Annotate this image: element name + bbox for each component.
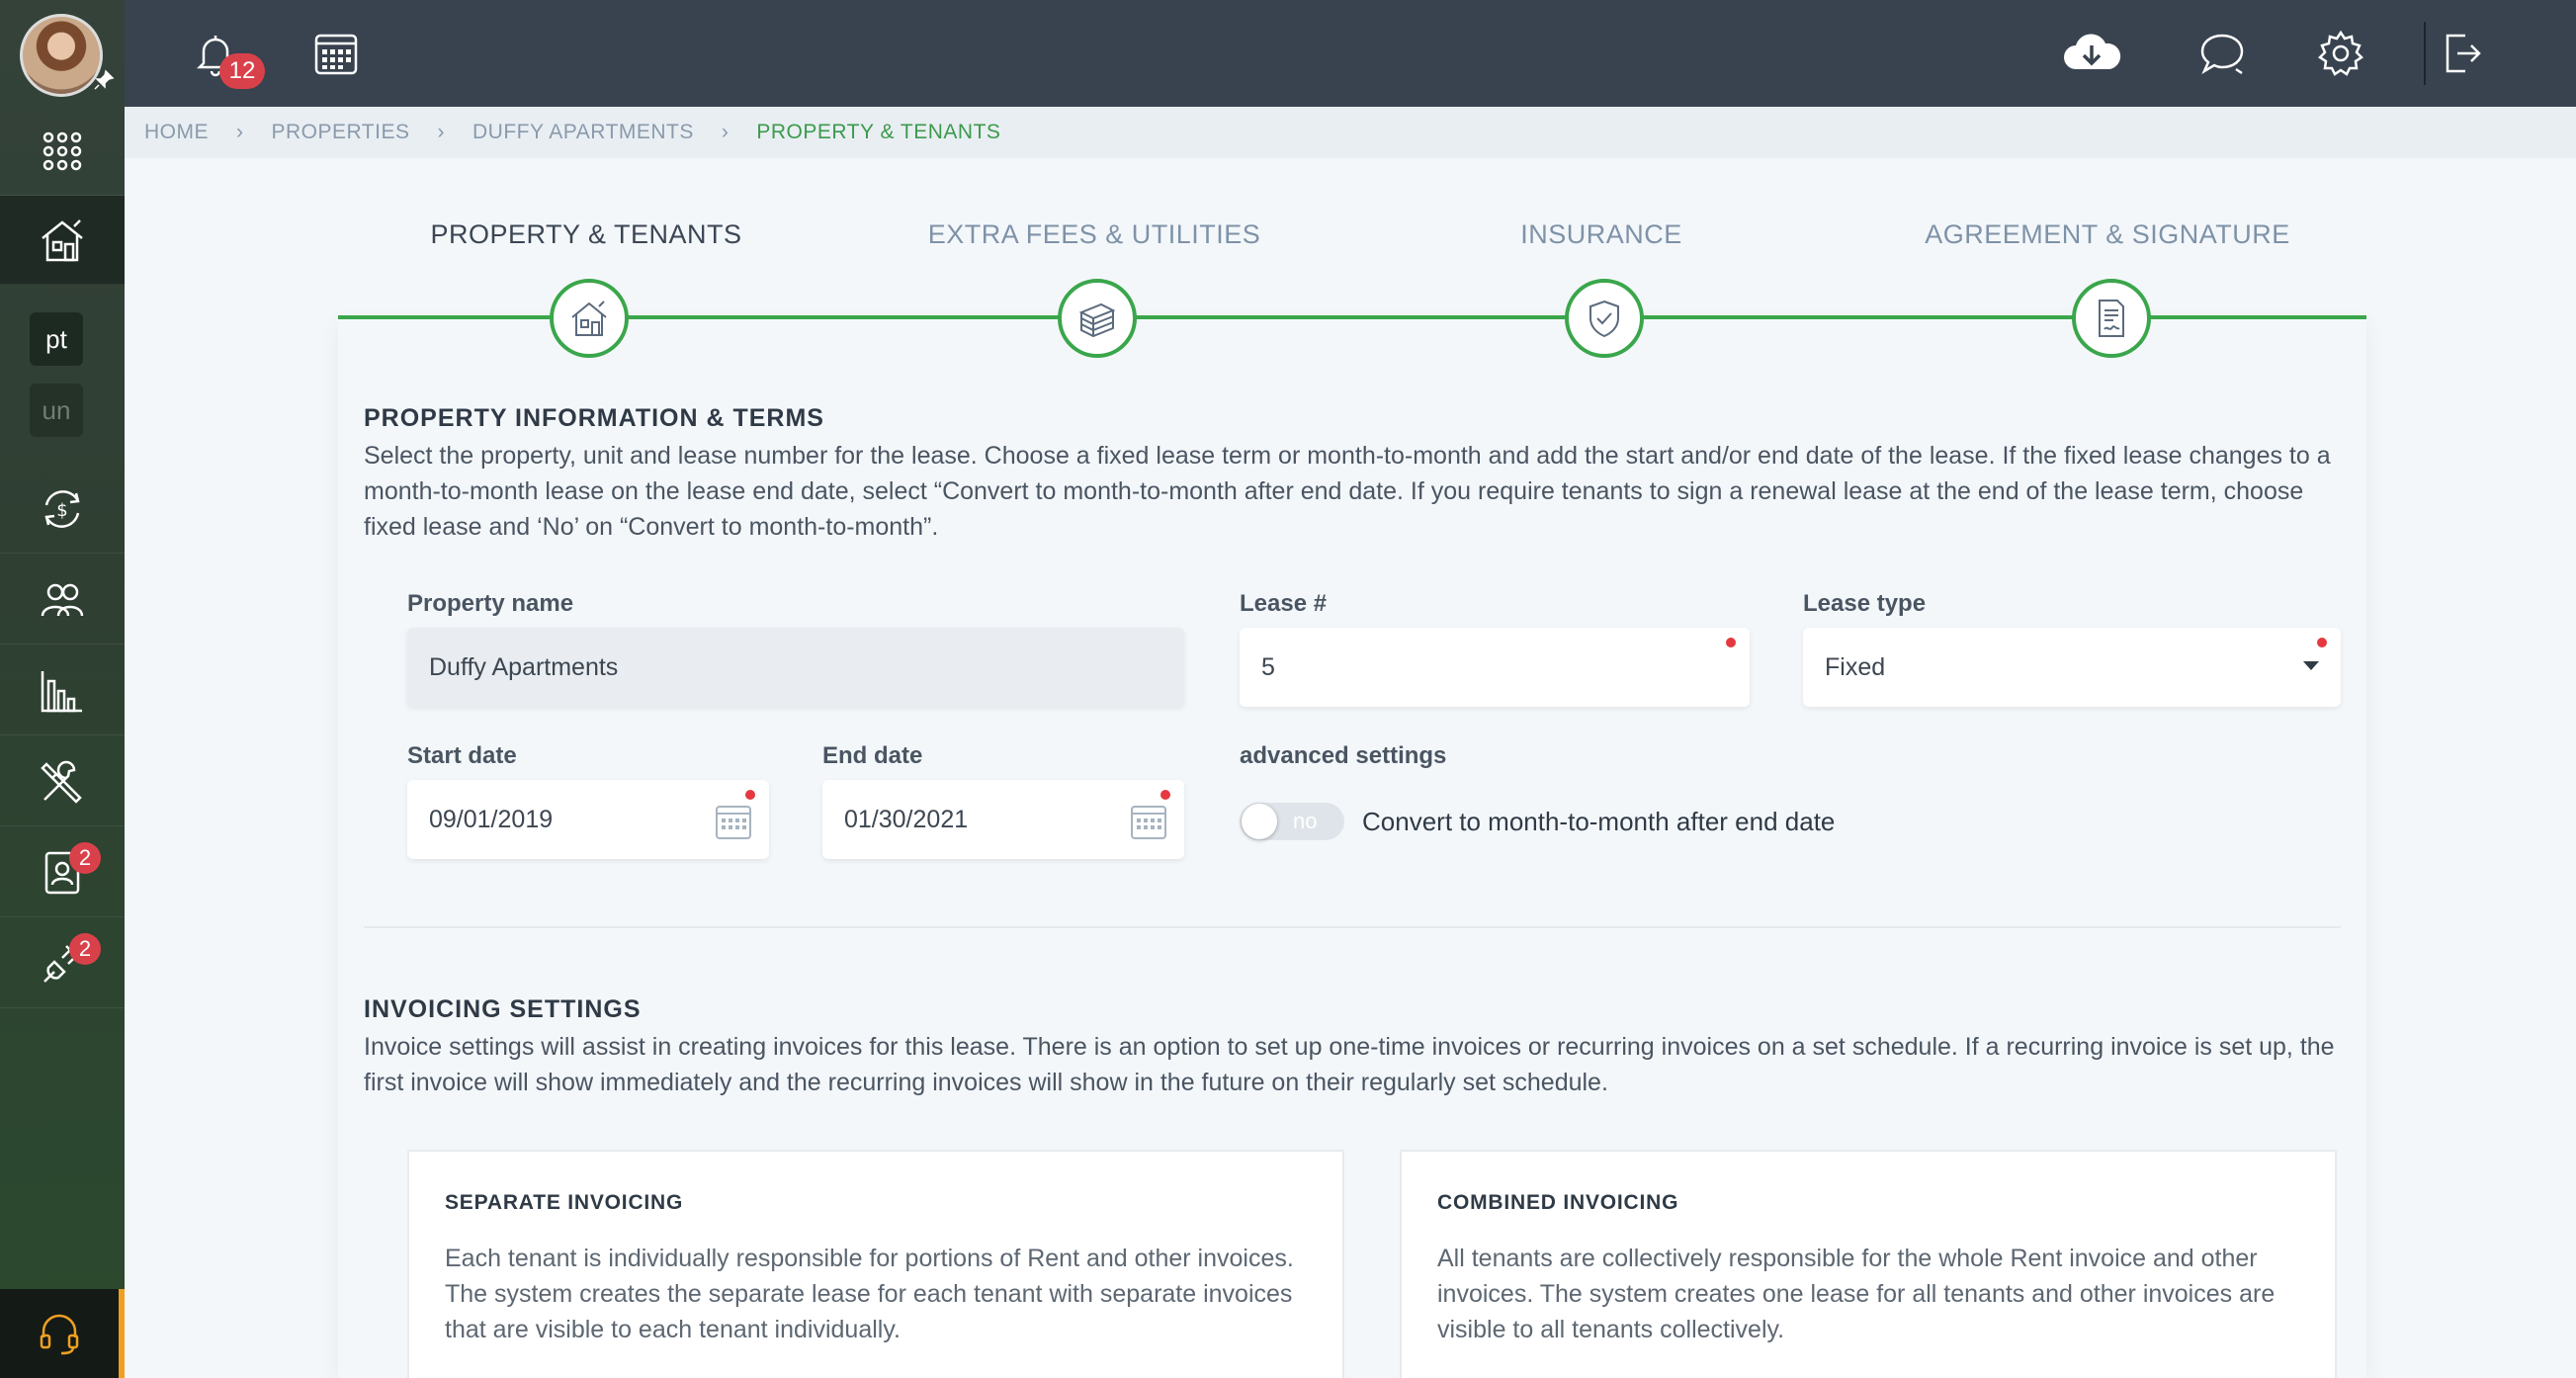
settings-button[interactable] — [2309, 22, 2372, 85]
step-agreement[interactable]: AGREEMENT & SIGNATURE — [1925, 219, 2290, 250]
chevron-right-icon: › — [437, 121, 445, 143]
sidebar-item-contacts[interactable]: 2 — [0, 828, 125, 917]
messages-button[interactable] — [2190, 22, 2254, 85]
toggle-state-label: no — [1293, 809, 1318, 833]
sidebar-item-maintenance[interactable] — [0, 737, 125, 826]
property-section-description: Select the property, unit and lease numb… — [364, 442, 2331, 541]
chevron-right-icon: › — [236, 121, 244, 143]
property-name-value: Duffy Apartments — [429, 652, 619, 681]
apps-grid-icon — [43, 131, 82, 170]
logout-icon — [2446, 34, 2481, 73]
property-section-title: PROPERTY INFORMATION & TERMS — [364, 404, 824, 432]
breadcrumb-property[interactable]: DUFFY APARTMENTS — [472, 121, 694, 144]
house-icon — [42, 218, 83, 261]
pin-icon[interactable] — [93, 69, 115, 91]
breadcrumb-properties[interactable]: PROPERTIES — [272, 121, 410, 144]
stepper-labels: PROPERTY & TENANTS EXTRA FEES & UTILITIE… — [338, 219, 2364, 259]
lease-type-label: Lease type — [1803, 590, 1927, 617]
step-4-circle[interactable] — [2072, 279, 2151, 358]
tools-icon — [41, 760, 82, 804]
top-bar: 12 — [125, 0, 2576, 107]
lease-number-input[interactable]: 5 — [1240, 628, 1750, 707]
lease-number-label: Lease # — [1240, 590, 1328, 617]
breadcrumb-current: PROPERTY & TENANTS — [756, 121, 1001, 143]
logout-button[interactable] — [2430, 22, 2493, 85]
notifications-count-badge: 12 — [219, 53, 265, 89]
sidebar-item-payments[interactable]: $ — [0, 465, 125, 554]
gear-icon — [2318, 30, 2363, 76]
breadcrumb: HOME › PROPERTIES › DUFFY APARTMENTS › P… — [125, 107, 2576, 158]
start-date-input[interactable]: 09/01/2019 — [407, 780, 769, 859]
support-button[interactable] — [0, 1289, 125, 1378]
calendar-icon[interactable] — [714, 802, 753, 841]
sidebar-item-tenants[interactable] — [0, 556, 125, 645]
month-to-month-label: Convert to month-to-month after end date — [1362, 807, 1836, 836]
lease-form-card: PROPERTY INFORMATION & TERMS Select the … — [338, 319, 2366, 1378]
end-date-input[interactable]: 01/30/2021 — [822, 780, 1184, 859]
sidebar: pt un $ 2 2 — [0, 0, 125, 1378]
invoicing-section-title: INVOICING SETTINGS — [364, 995, 642, 1023]
separate-invoicing-option[interactable]: SEPARATE INVOICING Each tenant is indivi… — [407, 1150, 1344, 1378]
sidebar-item-properties[interactable] — [0, 196, 125, 285]
bar-chart-icon — [41, 670, 82, 712]
separate-invoicing-title: SEPARATE INVOICING — [445, 1191, 684, 1214]
invoicing-section-description: Invoice settings will assist in creating… — [364, 1033, 2335, 1096]
property-name-label: Property name — [407, 590, 574, 617]
start-date-label: Start date — [407, 742, 517, 769]
integrations-badge: 2 — [69, 933, 101, 965]
contacts-badge: 2 — [69, 842, 101, 874]
step-3-circle[interactable] — [1565, 279, 1644, 358]
combined-invoicing-title: COMBINED INVOICING — [1437, 1191, 1679, 1214]
cloud-download-icon — [2064, 34, 2121, 69]
month-to-month-toggle[interactable]: no — [1240, 803, 1344, 840]
combined-invoicing-option[interactable]: COMBINED INVOICING All tenants are colle… — [1400, 1150, 2337, 1378]
advanced-settings-label: advanced settings — [1240, 742, 1447, 769]
step-1-circle[interactable] — [550, 279, 629, 358]
lease-type-value: Fixed — [1825, 652, 1886, 681]
svg-text:$: $ — [56, 500, 67, 521]
stepper-progress-line — [338, 315, 2366, 319]
house-icon — [571, 301, 607, 336]
required-indicator — [745, 790, 755, 800]
caret-down-icon — [2303, 661, 2319, 670]
headset-icon — [40, 1314, 79, 1355]
sidebar-chip-pt[interactable]: pt — [30, 312, 83, 366]
required-indicator — [1160, 790, 1170, 800]
property-name-field: Duffy Apartments — [407, 628, 1184, 707]
topbar-divider — [2424, 22, 2426, 85]
calendar-icon — [314, 34, 358, 75]
shield-check-icon — [1589, 300, 1619, 338]
step-2-circle[interactable] — [1058, 279, 1137, 358]
users-icon — [41, 583, 84, 616]
calendar-icon[interactable] — [1129, 802, 1168, 841]
money-stack-icon — [1078, 302, 1116, 338]
money-cycle-icon: $ — [44, 489, 80, 528]
sidebar-item-integrations[interactable]: 2 — [0, 919, 125, 1008]
document-signature-icon — [2099, 300, 2124, 337]
calendar-button[interactable] — [304, 22, 368, 85]
required-indicator — [2317, 638, 2327, 647]
lease-number-value: 5 — [1261, 652, 1275, 681]
end-date-label: End date — [822, 742, 923, 769]
sidebar-item-reports[interactable] — [0, 646, 125, 735]
download-button[interactable] — [2054, 22, 2129, 85]
toggle-knob — [1242, 804, 1277, 839]
sidebar-item-apps[interactable] — [0, 107, 125, 196]
step-insurance[interactable]: INSURANCE — [1520, 219, 1682, 250]
breadcrumb-home[interactable]: HOME — [144, 121, 209, 144]
step-property-tenants[interactable]: PROPERTY & TENANTS — [430, 219, 741, 250]
section-divider — [364, 926, 2341, 928]
lease-type-select[interactable]: Fixed — [1803, 628, 2341, 707]
sidebar-chip-un[interactable]: un — [30, 384, 83, 437]
user-avatar[interactable] — [20, 14, 103, 97]
chevron-right-icon: › — [721, 121, 730, 143]
step-extra-fees[interactable]: EXTRA FEES & UTILITIES — [928, 219, 1261, 250]
required-indicator — [1726, 638, 1736, 647]
separate-invoicing-text: Each tenant is individually responsible … — [445, 1245, 1294, 1343]
chat-icon — [2200, 34, 2244, 75]
combined-invoicing-text: All tenants are collectively responsible… — [1437, 1245, 2275, 1343]
end-date-value: 01/30/2021 — [844, 805, 969, 833]
start-date-value: 09/01/2019 — [429, 805, 554, 833]
